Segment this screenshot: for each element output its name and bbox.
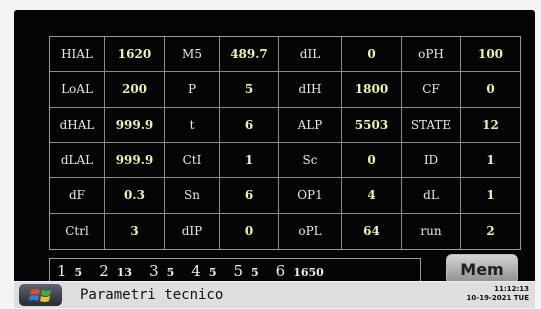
channel-value: 5 [166, 266, 175, 279]
start-button[interactable] [19, 284, 62, 306]
clock-date: 10-19-2021 TUE [466, 294, 529, 302]
param-label: OP1 [279, 178, 342, 214]
channel-number: 4 [191, 262, 201, 280]
param-value[interactable]: 5503 [342, 107, 402, 143]
clock-time: 11:12:13 [494, 285, 529, 293]
param-label: dIP [165, 213, 220, 249]
param-label: CF [402, 72, 461, 108]
param-value[interactable]: 1 [220, 142, 279, 179]
parameter-table: HIAL 1620 M5 489.7 dIL 0 oPH 100 LoAL 200 P 5 dIH 180… [49, 36, 521, 250]
param-value[interactable]: 1800 [342, 72, 402, 108]
mem-button[interactable]: Mem [446, 254, 518, 284]
param-value[interactable]: 0.3 [105, 178, 165, 214]
channel-number: 2 [99, 262, 109, 280]
param-value[interactable]: 3 [105, 213, 165, 249]
param-value[interactable]: 0 [342, 142, 402, 179]
param-value[interactable]: 5 [220, 72, 279, 108]
windows-logo-icon [28, 289, 51, 302]
taskbar: Parametri tecnico 11:12:13 10-19-2021 TU… [14, 281, 535, 308]
param-value[interactable]: 0 [220, 213, 279, 249]
param-value[interactable]: 1 [461, 143, 520, 179]
param-value[interactable]: 0 [342, 37, 402, 73]
param-label: CtI [165, 142, 220, 179]
param-label: dIH [279, 72, 342, 108]
param-value[interactable]: 12 [461, 108, 520, 143]
channel-status-item: 6 1650 [276, 262, 324, 280]
channel-status-item: 2 13 [99, 262, 132, 280]
param-label: HIAL [50, 37, 105, 73]
param-label: run [402, 213, 461, 249]
channel-value: 5 [251, 266, 259, 279]
param-label: dL [402, 178, 461, 214]
param-value[interactable]: 200 [105, 72, 165, 108]
param-value[interactable]: 6 [220, 107, 279, 143]
param-label: Sc [279, 142, 342, 179]
channel-status-item: 15 [57, 262, 82, 280]
param-value[interactable]: 4 [342, 178, 402, 214]
param-label: LoAL [50, 72, 105, 108]
channel-status-item: 45 [191, 262, 216, 280]
param-label: ID [402, 142, 461, 179]
param-label: dLAL [50, 142, 105, 179]
param-value[interactable]: 1620 [105, 37, 165, 73]
param-label: oPL [279, 213, 342, 249]
param-value[interactable]: 0 [461, 72, 520, 108]
param-value[interactable]: 1 [461, 178, 520, 214]
param-label: STATE [402, 107, 461, 143]
param-label: M5 [165, 37, 220, 73]
param-label: Ctrl [50, 213, 105, 249]
param-value[interactable]: 999.9 [105, 107, 165, 143]
window-title: Parametri tecnico [80, 287, 224, 303]
param-label: ALP [279, 107, 342, 143]
param-value[interactable]: 6 [220, 178, 279, 214]
param-label: dF [50, 178, 105, 214]
param-label: Sn [165, 178, 220, 214]
param-label: t [165, 107, 220, 143]
param-label: dHAL [50, 107, 105, 143]
param-value[interactable]: 999.9 [105, 142, 165, 179]
channel-value: 1650 [293, 266, 324, 279]
channel-value: 5 [74, 266, 83, 279]
channel-value: 5 [208, 266, 217, 279]
channel-number: 5 [233, 262, 244, 280]
channel-status-item: 55 [233, 262, 258, 280]
param-value[interactable]: 2 [461, 214, 520, 249]
param-value[interactable]: 64 [342, 213, 402, 249]
channel-value: 13 [116, 266, 133, 279]
param-label: P [165, 72, 220, 108]
param-value[interactable]: 489.7 [220, 37, 279, 73]
param-label: dIL [279, 37, 342, 73]
channel-status-item: 35 [149, 262, 174, 280]
hmi-screen: HIAL 1620 M5 489.7 dIL 0 oPH 100 LoAL 200 P 5 dIH 180… [14, 10, 535, 302]
channel-number: 6 [275, 262, 286, 280]
channel-number: 3 [149, 262, 159, 280]
param-label: oPH [402, 37, 461, 73]
channel-number: 1 [57, 262, 67, 280]
param-value[interactable]: 100 [461, 37, 520, 73]
clock: 11:12:13 10-19-2021 TUE [467, 285, 529, 303]
